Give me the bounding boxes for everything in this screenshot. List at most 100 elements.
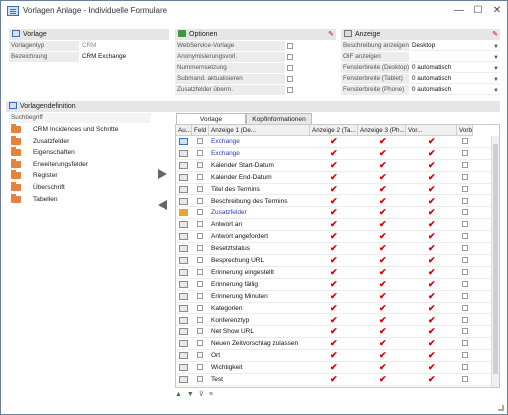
red-check-icon[interactable]: ✔ — [330, 220, 338, 229]
anzeige-select[interactable]: 0 automatisch ▼ — [410, 74, 500, 84]
red-check-icon[interactable]: ✔ — [330, 172, 338, 182]
close-button[interactable]: ✕ — [490, 4, 504, 18]
au-checkbox[interactable] — [197, 364, 203, 371]
vor-checkbox[interactable] — [462, 292, 468, 299]
red-check-icon[interactable]: ✔ — [379, 339, 387, 348]
red-check-icon[interactable]: ✔ — [428, 196, 436, 206]
red-check-icon[interactable]: ✔ — [330, 291, 338, 301]
red-check-icon[interactable]: ✔ — [428, 232, 436, 241]
vor-checkbox[interactable] — [462, 364, 468, 371]
vor-checkbox[interactable] — [462, 221, 468, 228]
vorlage-value[interactable]: CRM Exchange — [80, 52, 169, 62]
vor-checkbox[interactable] — [462, 209, 468, 216]
au-checkbox[interactable] — [197, 340, 203, 347]
red-check-icon[interactable]: ✔ — [428, 172, 436, 182]
table-row[interactable]: Exchange ✔ ✔ ✔ — [176, 136, 499, 148]
red-check-icon[interactable]: ✔ — [379, 160, 387, 170]
au-checkbox[interactable] — [197, 185, 203, 192]
red-check-icon[interactable]: ✔ — [379, 303, 387, 313]
red-check-icon[interactable]: ✔ — [428, 291, 436, 301]
red-check-icon[interactable]: ✔ — [428, 303, 436, 313]
red-check-icon[interactable]: ✔ — [379, 220, 387, 229]
move-up-icon[interactable]: ▲ — [175, 391, 182, 398]
column-header[interactable]: Anzeige 1 (De... — [209, 125, 310, 136]
table-row[interactable]: Beschreibung des Termins ✔ ✔ ✔ — [176, 196, 499, 208]
vor-checkbox[interactable] — [462, 352, 468, 359]
red-check-icon[interactable]: ✔ — [379, 291, 387, 301]
tree-item[interactable]: Eigenschaften — [9, 147, 149, 158]
table-row[interactable]: Antwort angefordert ✔ ✔ ✔ — [176, 231, 499, 244]
tab-vorlage[interactable]: Vorlage — [176, 113, 246, 124]
table-row[interactable]: Antwort an ✔ ✔ ✔ — [176, 219, 499, 232]
chevron-down-icon[interactable]: ▼ — [493, 86, 499, 94]
red-check-icon[interactable]: ✔ — [330, 148, 338, 158]
au-checkbox[interactable] — [197, 209, 203, 216]
red-check-icon[interactable]: ✔ — [330, 339, 338, 348]
red-check-icon[interactable]: ✔ — [379, 279, 387, 289]
au-checkbox[interactable] — [197, 304, 203, 311]
red-check-icon[interactable]: ✔ — [428, 315, 436, 325]
table-row[interactable]: Besprechung URL ✔ ✔ ✔ — [176, 255, 499, 267]
red-check-icon[interactable]: ✔ — [330, 137, 338, 146]
column-header[interactable]: Anzeige 2 (Ta... — [310, 125, 358, 136]
red-check-icon[interactable]: ✔ — [330, 315, 338, 325]
red-check-icon[interactable]: ✔ — [379, 244, 387, 253]
red-check-icon[interactable]: ✔ — [428, 375, 436, 384]
move-right-arrow-icon[interactable] — [158, 169, 167, 179]
table-row[interactable]: Konferenztyp ✔ ✔ ✔ — [176, 315, 499, 327]
column-header[interactable]: Feld — [192, 125, 209, 136]
red-check-icon[interactable]: ✔ — [379, 315, 387, 325]
red-check-icon[interactable]: ✔ — [428, 279, 436, 289]
option-checkbox[interactable] — [287, 43, 293, 49]
red-check-icon[interactable]: ✔ — [330, 327, 338, 336]
vor-checkbox[interactable] — [462, 245, 468, 252]
red-check-icon[interactable]: ✔ — [428, 339, 436, 348]
red-check-icon[interactable]: ✔ — [330, 244, 338, 253]
red-check-icon[interactable]: ✔ — [330, 386, 338, 387]
au-checkbox[interactable] — [197, 149, 203, 156]
red-check-icon[interactable]: ✔ — [428, 363, 436, 372]
red-check-icon[interactable]: ✔ — [379, 208, 387, 217]
red-check-icon[interactable]: ✔ — [330, 256, 338, 265]
option-checkbox[interactable] — [287, 54, 293, 60]
red-check-icon[interactable]: ✔ — [379, 232, 387, 241]
tree-item[interactable]: Register — [9, 170, 149, 181]
vor-checkbox[interactable] — [462, 304, 468, 311]
vor-checkbox[interactable] — [462, 257, 468, 263]
tab-kopfinformationen[interactable]: Kopfinformationen — [246, 113, 312, 124]
sort-icon[interactable]: ≡ — [209, 391, 213, 398]
option-checkbox[interactable] — [287, 87, 293, 93]
search-input[interactable]: Suchbegriff — [9, 113, 151, 123]
table-row[interactable]: Exchange ✔ ✔ ✔ — [176, 148, 499, 160]
vor-checkbox[interactable] — [462, 233, 468, 240]
red-check-icon[interactable]: ✔ — [330, 375, 338, 384]
filter-icon[interactable]: ⊽ — [199, 391, 204, 398]
red-check-icon[interactable]: ✔ — [428, 148, 436, 158]
anzeige-select[interactable]: 0 automatisch ▼ — [410, 63, 500, 73]
vor-checkbox[interactable] — [462, 138, 468, 144]
red-check-icon[interactable]: ✔ — [428, 137, 436, 146]
vor-checkbox[interactable] — [462, 173, 468, 180]
au-checkbox[interactable] — [197, 257, 203, 263]
au-checkbox[interactable] — [197, 138, 203, 144]
au-checkbox[interactable] — [197, 316, 203, 323]
table-row[interactable]: Erinnerung Minuten ✔ ✔ ✔ — [176, 291, 499, 303]
table-row[interactable]: Titel des Termins ✔ ✔ ✔ — [176, 184, 499, 196]
table-row[interactable]: Kategorien ✔ ✔ ✔ — [176, 303, 499, 315]
red-check-icon[interactable]: ✔ — [428, 184, 436, 194]
tree-item[interactable]: CRM Incidences und Schritte — [9, 124, 149, 135]
red-check-icon[interactable]: ✔ — [379, 148, 387, 158]
red-check-icon[interactable]: ✔ — [379, 137, 387, 146]
chevron-down-icon[interactable]: ▼ — [493, 53, 499, 61]
red-check-icon[interactable]: ✔ — [379, 172, 387, 182]
red-check-icon[interactable]: ✔ — [428, 220, 436, 229]
au-checkbox[interactable] — [197, 173, 203, 180]
column-header[interactable]: Vorbelegu — [457, 125, 473, 136]
red-check-icon[interactable]: ✔ — [330, 208, 338, 217]
table-row[interactable]: Erinnerung fällig ✔ ✔ ✔ — [176, 279, 499, 291]
au-checkbox[interactable] — [197, 233, 203, 240]
au-checkbox[interactable] — [197, 352, 203, 359]
red-check-icon[interactable]: ✔ — [379, 256, 387, 265]
red-check-icon[interactable]: ✔ — [428, 267, 436, 277]
tree-item[interactable]: Überschrift — [9, 182, 149, 193]
